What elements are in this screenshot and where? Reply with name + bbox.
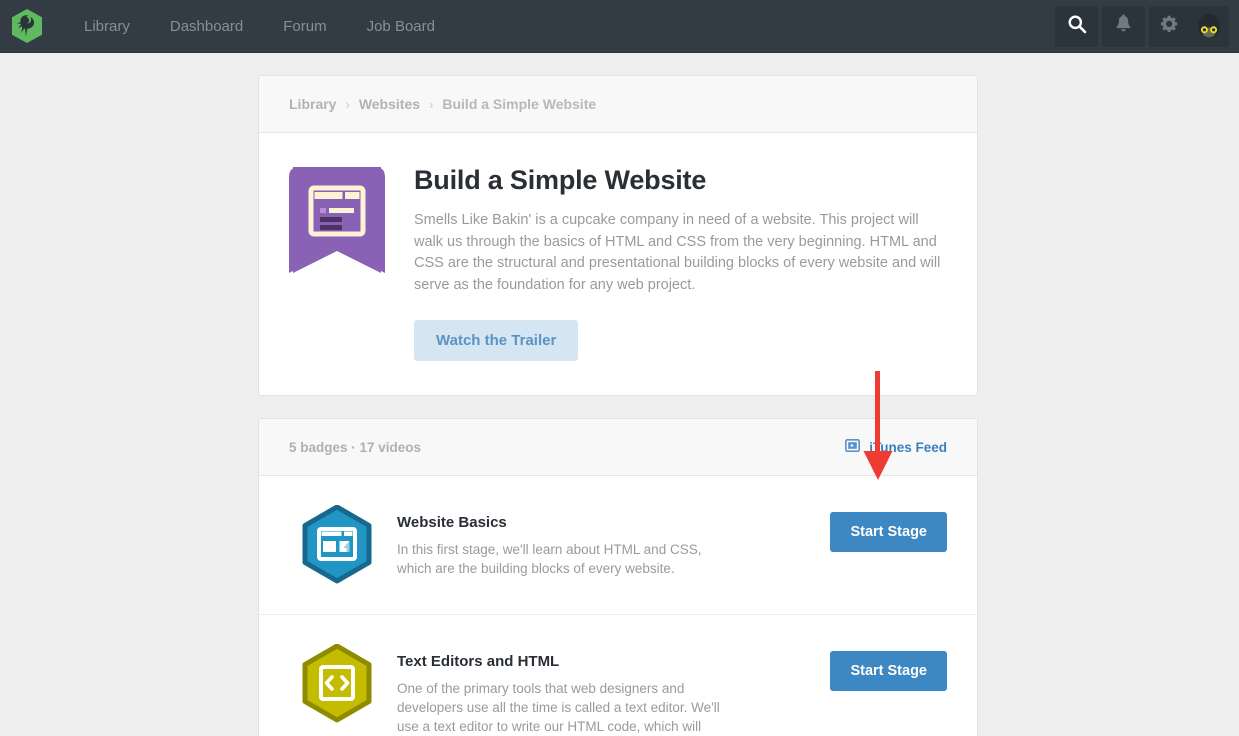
search-icon	[1067, 14, 1087, 39]
stage-title: Website Basics	[397, 514, 810, 531]
stage-row[interactable]: Text Editors and HTML One of the primary…	[259, 615, 977, 736]
page-content: Library › Websites › Build a Simple Webs…	[0, 53, 1239, 736]
breadcrumb-bar: Library › Websites › Build a Simple Webs…	[259, 76, 977, 133]
stage-title: Text Editors and HTML	[397, 653, 810, 670]
course-badge-browser-icon	[289, 163, 385, 361]
stages-header: 5 badges · 17 videos iTunes Feed	[259, 419, 977, 476]
settings-button[interactable]	[1149, 6, 1189, 47]
treehouse-logo-icon[interactable]	[8, 7, 46, 45]
nav-item-job-board[interactable]: Job Board	[347, 0, 455, 53]
start-stage-button[interactable]: Start Stage	[830, 512, 947, 552]
nav-item-forum[interactable]: Forum	[263, 0, 346, 53]
stages-card: 5 badges · 17 videos iTunes Feed	[258, 418, 978, 736]
video-feed-icon	[845, 439, 860, 455]
stage-info: Website Basics In this first stage, we'l…	[397, 505, 830, 578]
course-card: Library › Websites › Build a Simple Webs…	[258, 75, 978, 396]
breadcrumb: Library › Websites › Build a Simple Webs…	[289, 96, 596, 112]
avatar[interactable]	[1189, 6, 1229, 47]
nav-item-dashboard[interactable]: Dashboard	[150, 0, 263, 53]
content-column: Library › Websites › Build a Simple Webs…	[258, 75, 978, 736]
itunes-feed-label: iTunes Feed	[869, 440, 947, 455]
stage-description: One of the primary tools that web design…	[397, 679, 727, 736]
breadcrumb-separator: ›	[429, 97, 433, 112]
start-stage-button[interactable]: Start Stage	[830, 651, 947, 691]
breadcrumb-item-websites[interactable]: Websites	[359, 96, 420, 112]
top-navigation-bar: Library Dashboard Forum Job Board	[0, 0, 1239, 53]
stage-info: Text Editors and HTML One of the primary…	[397, 644, 830, 736]
stage-row[interactable]: Website Basics In this first stage, we'l…	[259, 476, 977, 615]
main-nav: Library Dashboard Forum Job Board	[64, 0, 455, 53]
settings-account-group	[1149, 6, 1229, 47]
stage-description: In this first stage, we'll learn about H…	[397, 540, 727, 578]
page-title: Build a Simple Website	[414, 165, 947, 196]
hexagon-browser-icon	[301, 505, 373, 585]
nav-item-library[interactable]: Library	[64, 0, 150, 53]
top-nav-actions	[1055, 0, 1229, 53]
gear-icon	[1159, 14, 1179, 39]
hexagon-code-icon	[301, 644, 373, 724]
bell-icon	[1114, 14, 1133, 39]
course-overview: Build a Simple Website Smells Like Bakin…	[259, 133, 977, 395]
watch-trailer-button[interactable]: Watch the Trailer	[414, 320, 578, 361]
course-description: Smells Like Bakin' is a cupcake company …	[414, 210, 947, 296]
breadcrumb-item-current: Build a Simple Website	[442, 96, 596, 112]
search-button[interactable]	[1055, 6, 1098, 47]
breadcrumb-item-library[interactable]: Library	[289, 96, 336, 112]
itunes-feed-link[interactable]: iTunes Feed	[845, 439, 947, 455]
course-info: Build a Simple Website Smells Like Bakin…	[414, 163, 947, 361]
notifications-button[interactable]	[1102, 6, 1145, 47]
badges-videos-count: 5 badges · 17 videos	[289, 440, 421, 455]
breadcrumb-separator: ›	[345, 97, 349, 112]
